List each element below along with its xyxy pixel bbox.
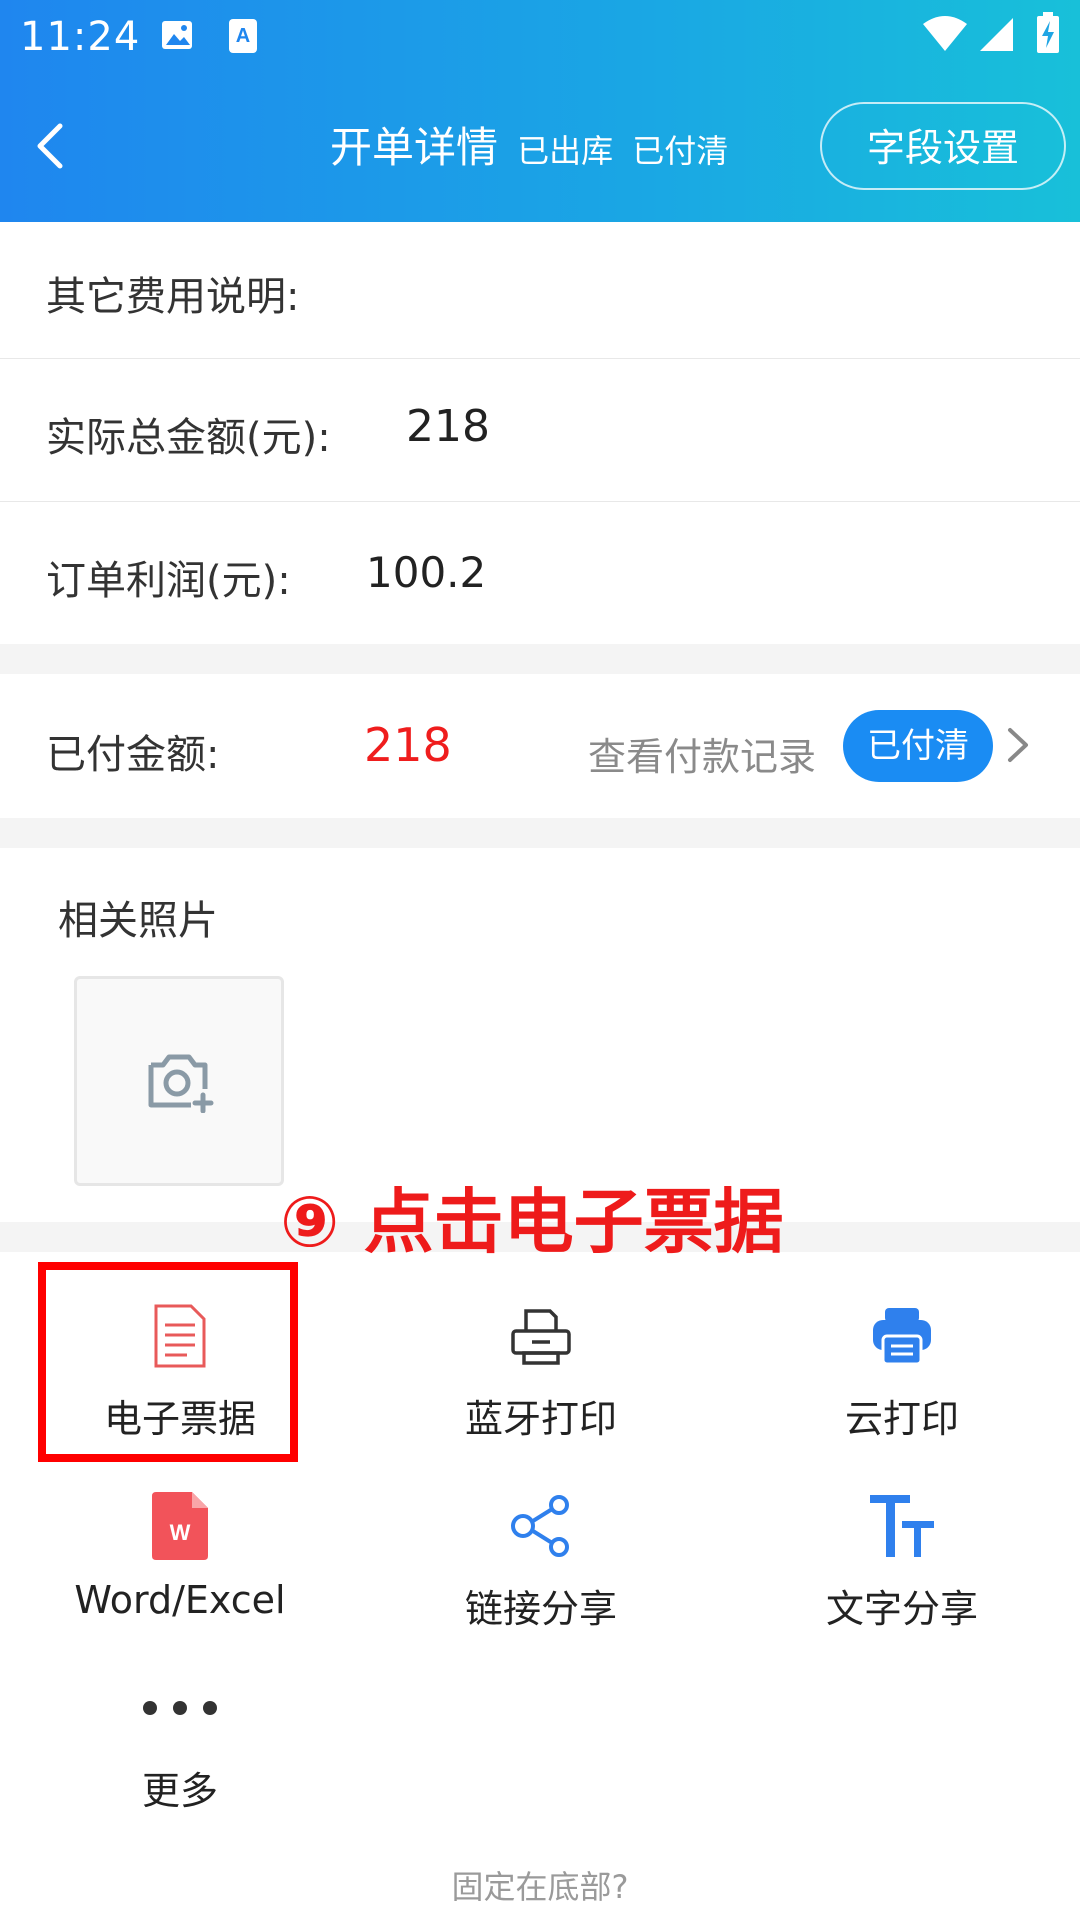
- status-out-label: 已出库: [517, 132, 614, 170]
- photos-title: 相关照片: [58, 898, 218, 944]
- paid-amount: 218: [364, 718, 452, 772]
- printer-outline-icon: [411, 1296, 671, 1376]
- printer-filled-icon: [772, 1296, 1032, 1376]
- profit-row: 订单利润(元): 100.2: [0, 502, 1080, 644]
- camera-add-icon: [148, 1054, 214, 1113]
- text-share-button[interactable]: 文字分享: [772, 1486, 1032, 1633]
- add-photo-button[interactable]: [74, 976, 284, 1186]
- more-label: 更多: [141, 1769, 218, 1813]
- status-paid-label: 已付清: [632, 132, 729, 170]
- actual-total-row: 实际总金额(元): 218: [0, 359, 1080, 501]
- pin-to-bottom-link[interactable]: 固定在底部?: [0, 1862, 1080, 1908]
- page-title-group: 开单详情 已出库 已付清: [330, 114, 728, 175]
- word-excel-label: Word/Excel: [74, 1578, 286, 1622]
- paid-label: 已付金额:: [46, 732, 220, 778]
- signal-icon: [978, 16, 1014, 56]
- back-button[interactable]: [30, 118, 70, 174]
- page-title: 开单详情: [330, 123, 499, 172]
- a-keyboard-icon: A: [228, 18, 258, 58]
- section-gap: [0, 644, 1080, 674]
- chevron-right-icon[interactable]: [1002, 722, 1032, 772]
- wifi-icon: [922, 16, 968, 56]
- bluetooth-print-button[interactable]: 蓝牙打印: [411, 1296, 671, 1443]
- link-share-label: 链接分享: [464, 1587, 617, 1631]
- word-excel-button[interactable]: W Word/Excel: [50, 1486, 310, 1622]
- actual-total-label: 实际总金额(元):: [46, 415, 331, 461]
- more-dots-icon: [50, 1668, 310, 1748]
- svg-text:W: W: [170, 1520, 191, 1545]
- profit-value: 100.2: [366, 548, 487, 597]
- view-payment-records-link[interactable]: 查看付款记录: [588, 726, 816, 781]
- bluetooth-print-label: 蓝牙打印: [464, 1397, 617, 1441]
- other-fee-label: 其它费用说明:: [46, 274, 300, 320]
- cloud-print-button[interactable]: 云打印: [772, 1296, 1032, 1443]
- profit-label: 订单利润(元):: [46, 558, 291, 604]
- share-nodes-icon: [411, 1486, 671, 1566]
- link-share-button[interactable]: 链接分享: [411, 1486, 671, 1633]
- other-fee-row: 其它费用说明:: [0, 222, 1080, 358]
- tutorial-annotation: ⑨ 点击电子票据: [280, 1181, 784, 1263]
- text-size-icon: [772, 1486, 1032, 1566]
- top-header: 11:24 A 开单详情 已出库 已付清 字段设置: [0, 0, 1080, 222]
- paid-status-badge: 已付清: [843, 710, 993, 782]
- paid-row[interactable]: 已付金额: 218 查看付款记录 已付清: [0, 674, 1080, 818]
- text-share-label: 文字分享: [825, 1587, 978, 1631]
- highlight-frame: [38, 1262, 298, 1462]
- svg-text:A: A: [236, 25, 250, 47]
- field-settings-button[interactable]: 字段设置: [820, 102, 1066, 190]
- cloud-print-label: 云打印: [844, 1397, 959, 1441]
- actual-total-value: 218: [406, 401, 490, 452]
- wps-document-icon: W: [50, 1486, 310, 1566]
- image-icon: [160, 18, 194, 56]
- battery-charging-icon: [1036, 12, 1060, 58]
- section-gap: [0, 818, 1080, 848]
- status-time: 11:24: [20, 14, 141, 60]
- more-button[interactable]: 更多: [50, 1668, 310, 1815]
